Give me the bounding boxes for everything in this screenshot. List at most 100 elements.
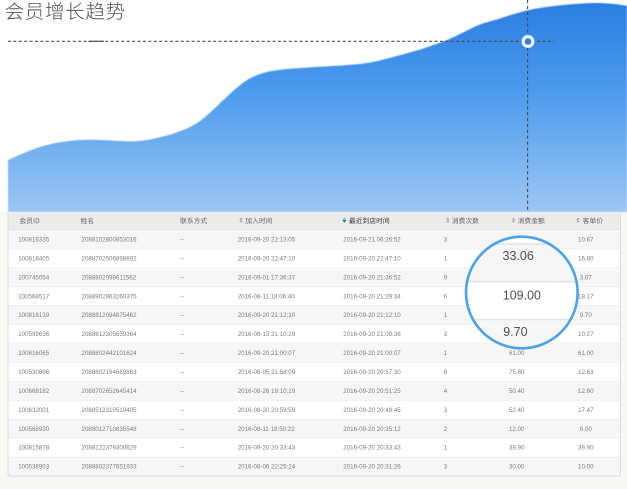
svg-text:2016-09-20 21:00:07: 2016-09-20 21:00:07	[343, 350, 401, 357]
svg-text:12.00: 12.00	[509, 426, 525, 433]
svg-text:33.06: 33.06	[503, 249, 534, 263]
svg-text:1: 1	[444, 350, 448, 357]
svg-text:2016-09-20 21:08:36: 2016-09-20 21:08:36	[343, 331, 401, 338]
svg-text:--: --	[180, 274, 184, 281]
svg-text:2016-09-20 20:31:26: 2016-09-20 20:31:26	[343, 464, 401, 471]
svg-text:18.17: 18.17	[578, 293, 594, 300]
svg-text:2088102800853016: 2088102800853016	[82, 236, 138, 243]
svg-text:6.00: 6.00	[580, 426, 593, 433]
svg-text:10.27: 10.27	[578, 331, 594, 338]
svg-text:3: 3	[444, 236, 448, 243]
svg-text:100816405: 100816405	[18, 255, 50, 262]
svg-text:16.80: 16.80	[578, 255, 594, 262]
svg-text:2088512310519405: 2088512310519405	[82, 407, 138, 414]
svg-text:2016-09-20 22:13:05: 2016-09-20 22:13:05	[238, 236, 296, 243]
svg-text:100568517: 100568517	[18, 293, 50, 300]
svg-text:2088012710835548: 2088012710835548	[82, 426, 138, 433]
svg-text:100745054: 100745054	[18, 274, 50, 281]
svg-text:2088802098611562: 2088802098611562	[82, 274, 137, 281]
svg-text:2016-08-26 19:10:19: 2016-08-26 19:10:19	[238, 388, 296, 395]
svg-text:2016-09-20 21:00:07: 2016-09-20 21:00:07	[238, 350, 296, 357]
svg-text:100816065: 100816065	[18, 350, 50, 357]
svg-text:4: 4	[444, 388, 448, 395]
svg-text:--: --	[180, 312, 184, 319]
svg-text:39.90: 39.90	[509, 445, 525, 452]
svg-text:17.47: 17.47	[578, 407, 594, 414]
svg-text:2088902963260375: 2088902963260375	[82, 293, 138, 300]
svg-text:9: 9	[444, 274, 448, 281]
svg-text:2016-08-15 21:10:29: 2016-08-15 21:10:29	[238, 331, 296, 338]
svg-text:2016-09-20 21:36:52: 2016-09-20 21:36:52	[343, 274, 401, 281]
svg-text:2016-09-20 20:51:25: 2016-09-20 20:51:25	[343, 388, 401, 395]
svg-text:2088812094875462: 2088812094875462	[82, 312, 138, 319]
svg-text:--: --	[180, 464, 184, 471]
svg-text:--: --	[180, 445, 184, 452]
svg-text:2016-09-20 21:12:10: 2016-09-20 21:12:10	[238, 312, 296, 319]
svg-text:--: --	[180, 426, 184, 433]
svg-text:--: --	[180, 236, 184, 243]
svg-text:2016-09-21 06:26:52: 2016-09-21 06:26:52	[343, 236, 401, 243]
svg-text:9.70: 9.70	[580, 312, 593, 319]
svg-text:2016-08-06 22:25:24: 2016-08-06 22:25:24	[238, 464, 296, 471]
svg-text:61.00: 61.00	[509, 350, 525, 357]
svg-text:2016-09-20 20:35:12: 2016-09-20 20:35:12	[343, 426, 401, 433]
svg-text:--: --	[180, 331, 184, 338]
svg-text:109.00: 109.00	[503, 289, 541, 303]
svg-text:6: 6	[444, 369, 448, 376]
svg-text:--: --	[180, 407, 184, 414]
svg-text:100815878: 100815878	[18, 445, 50, 452]
svg-text:--: --	[180, 369, 184, 376]
svg-text:2016-09-20 22:47:10: 2016-09-20 22:47:10	[238, 255, 296, 262]
svg-text:10.67: 10.67	[578, 236, 594, 243]
svg-text:100816139: 100816139	[18, 312, 50, 319]
svg-text:2016-09-20 22:47:10: 2016-09-20 22:47:10	[343, 255, 401, 262]
svg-text:100568930: 100568930	[18, 426, 50, 433]
svg-text:1: 1	[444, 312, 448, 319]
svg-text:12.63: 12.63	[578, 369, 594, 376]
svg-text:3: 3	[444, 464, 448, 471]
svg-text:--: --	[180, 255, 184, 262]
svg-text:30.00: 30.00	[509, 464, 525, 471]
svg-text:61.00: 61.00	[578, 350, 594, 357]
svg-text:2088122379300629: 2088122379300629	[82, 445, 138, 452]
svg-text:50.40: 50.40	[509, 388, 525, 395]
svg-text:2016-08-11 18:50:22: 2016-08-11 18:50:22	[238, 426, 296, 433]
svg-text:2088702652645414: 2088702652645414	[82, 388, 138, 395]
svg-text:2088612305659364: 2088612305659364	[82, 331, 138, 338]
svg-text:2088802377651933: 2088802377651933	[82, 464, 138, 471]
svg-text:100632001: 100632001	[18, 407, 50, 414]
svg-text:2016-08-11 18:06:40: 2016-08-11 18:06:40	[238, 293, 296, 300]
svg-text:--: --	[180, 293, 184, 300]
svg-text:--: --	[180, 350, 184, 357]
svg-text:2016-09-20 21:29:34: 2016-09-20 21:29:34	[343, 293, 401, 300]
svg-text:3.67: 3.67	[580, 274, 593, 281]
svg-text:100538903: 100538903	[18, 464, 50, 471]
svg-text:2016-08-20 20:59:59: 2016-08-20 20:59:59	[238, 407, 296, 414]
svg-text:12.60: 12.60	[578, 388, 594, 395]
svg-text:100599636: 100599636	[18, 331, 50, 338]
svg-text:2: 2	[444, 426, 448, 433]
svg-text:1: 1	[444, 255, 448, 262]
svg-text:3: 3	[444, 331, 448, 338]
svg-text:100530896: 100530896	[18, 369, 50, 376]
svg-text:2016-09-20 21:12:10: 2016-09-20 21:12:10	[343, 312, 401, 319]
svg-text:9.70: 9.70	[503, 325, 527, 339]
svg-text:2016-09-20 20:57:30: 2016-09-20 20:57:30	[343, 369, 401, 376]
svg-text:2088602194669863: 2088602194669863	[82, 369, 138, 376]
svg-text:2016-09-20 20:33:43: 2016-09-20 20:33:43	[343, 445, 401, 452]
svg-text:75.80: 75.80	[509, 369, 525, 376]
svg-text:100816335: 100816335	[18, 236, 50, 243]
svg-text:2016-09-20 20:48:45: 2016-09-20 20:48:45	[343, 407, 401, 414]
svg-text:2016-09-20 20:33:43: 2016-09-20 20:33:43	[238, 445, 296, 452]
svg-text:100668182: 100668182	[18, 388, 50, 395]
svg-text:52.40: 52.40	[509, 407, 525, 414]
svg-text:3: 3	[444, 407, 448, 414]
svg-text:6: 6	[444, 293, 448, 300]
svg-text:1: 1	[444, 445, 448, 452]
svg-text:10.00: 10.00	[578, 464, 594, 471]
svg-text:2016-09-01 17:36:37: 2016-09-01 17:36:37	[238, 274, 296, 281]
svg-text:2088802442101624: 2088802442101624	[82, 350, 138, 357]
svg-text:2016-08-05 21:58:09: 2016-08-05 21:58:09	[238, 369, 296, 376]
svg-text:39.90: 39.90	[578, 445, 594, 452]
svg-text:2088702506898692: 2088702506898692	[82, 255, 138, 262]
